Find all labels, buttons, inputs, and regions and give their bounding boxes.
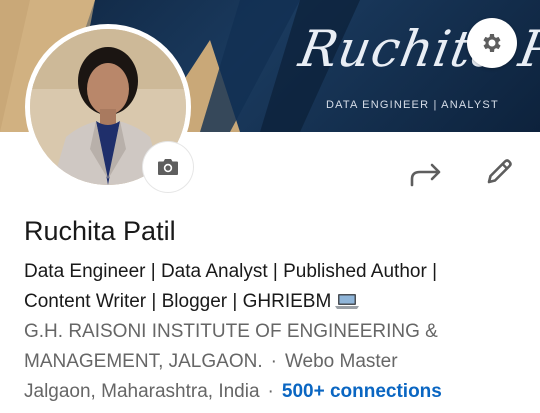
school-line-2-row: MANAGEMENT, JALGAON. · Webo Master (24, 347, 524, 377)
pencil-icon (487, 159, 512, 184)
headline-line-2: Content Writer | Blogger | GHRIEBM (24, 287, 524, 317)
connections-link[interactable]: 500+ connections (282, 381, 442, 402)
separator-dot: · (267, 381, 274, 402)
gear-icon (483, 34, 501, 52)
change-photo-button[interactable] (143, 142, 193, 192)
profile-headline: Data Engineer | Data Analyst | Published… (24, 257, 524, 317)
current-company[interactable]: Webo Master (285, 351, 398, 372)
profile-education-and-company: G.H. RAISONI INSTITUTE OF ENGINEERING & … (24, 317, 524, 377)
separator-dot: · (270, 351, 277, 372)
edit-profile-button[interactable] (478, 151, 520, 193)
profile-location-row: Jalgaon, Maharashtra, India · 500+ connect… (24, 377, 534, 407)
laptop-icon (335, 294, 360, 309)
school-line-2[interactable]: MANAGEMENT, JALGAON. (24, 351, 263, 372)
school-line-1[interactable]: G.H. RAISONI INSTITUTE OF ENGINEERING & (24, 317, 524, 347)
cover-settings-button[interactable] (467, 18, 517, 68)
profile-location: Jalgaon, Maharashtra, India (24, 381, 260, 402)
cover-subtitle: DATA ENGINEER | ANALYST (326, 99, 499, 111)
share-icon (410, 163, 441, 187)
profile-name: Ruchita Patil (24, 216, 176, 246)
headline-line-1: Data Engineer | Data Analyst | Published… (24, 261, 437, 282)
camera-icon (158, 159, 178, 175)
share-profile-button[interactable] (405, 154, 447, 196)
headline-line-2-text: Content Writer | Blogger | GHRIEBM (24, 291, 332, 312)
